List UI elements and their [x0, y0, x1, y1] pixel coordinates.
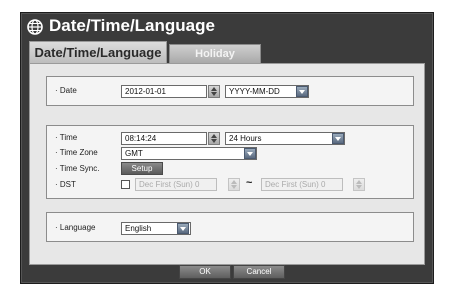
time-field[interactable]: 08:14:24 — [121, 132, 207, 145]
setup-button[interactable]: Setup — [121, 162, 163, 175]
timezone-select[interactable]: GMT — [121, 147, 257, 160]
tab-date-time-language[interactable]: Date/Time/Language — [29, 41, 167, 63]
dst-end-field[interactable]: Dec First (Sun) 0 — [261, 178, 343, 191]
language-value: English — [125, 224, 152, 233]
globe-icon — [27, 19, 43, 35]
hour-format-select[interactable]: 24 Hours — [225, 132, 345, 145]
dst-start-field[interactable]: Dec First (Sun) 0 — [135, 178, 217, 191]
timezone-dropdown-icon[interactable] — [244, 148, 256, 159]
time-group: · Time 08:14:24 24 Hours · Time Zone GMT… — [46, 125, 414, 199]
date-field[interactable]: 2012-01-01 — [121, 85, 207, 98]
title-bar: Date/Time/Language — [21, 13, 433, 39]
settings-window: Date/Time/Language Date/Time/Language Ho… — [20, 12, 434, 284]
timezone-label: · Time Zone — [55, 148, 98, 157]
dst-label: · DST — [55, 180, 76, 189]
dst-separator: ~ — [246, 177, 253, 189]
date-label: · Date — [55, 86, 77, 95]
cancel-button[interactable]: Cancel — [233, 265, 285, 279]
ok-button[interactable]: OK — [179, 265, 231, 279]
language-dropdown-icon[interactable] — [177, 223, 189, 234]
language-group: · Language English — [46, 212, 414, 242]
timesync-label: · Time Sync. — [55, 164, 100, 173]
tab-holiday[interactable]: Holiday — [169, 44, 261, 63]
date-spinner[interactable] — [208, 85, 220, 98]
dst-end-spinner[interactable] — [353, 178, 365, 191]
date-format-dropdown-icon[interactable] — [296, 86, 308, 97]
language-label: · Language — [55, 223, 96, 232]
timezone-value: GMT — [125, 149, 143, 158]
date-format-value: YYYY-MM-DD — [229, 87, 280, 96]
hour-format-dropdown-icon[interactable] — [332, 133, 344, 144]
time-spinner[interactable] — [208, 132, 220, 145]
dst-checkbox[interactable] — [121, 180, 130, 189]
dst-start-spinner[interactable] — [228, 178, 240, 191]
content-panel: · Date 2012-01-01 YYYY-MM-DD · Time 08:1… — [29, 63, 425, 265]
window-title: Date/Time/Language — [49, 16, 215, 35]
date-group: · Date 2012-01-01 YYYY-MM-DD — [46, 76, 414, 106]
time-label: · Time — [55, 133, 78, 142]
hour-format-value: 24 Hours — [229, 134, 262, 143]
